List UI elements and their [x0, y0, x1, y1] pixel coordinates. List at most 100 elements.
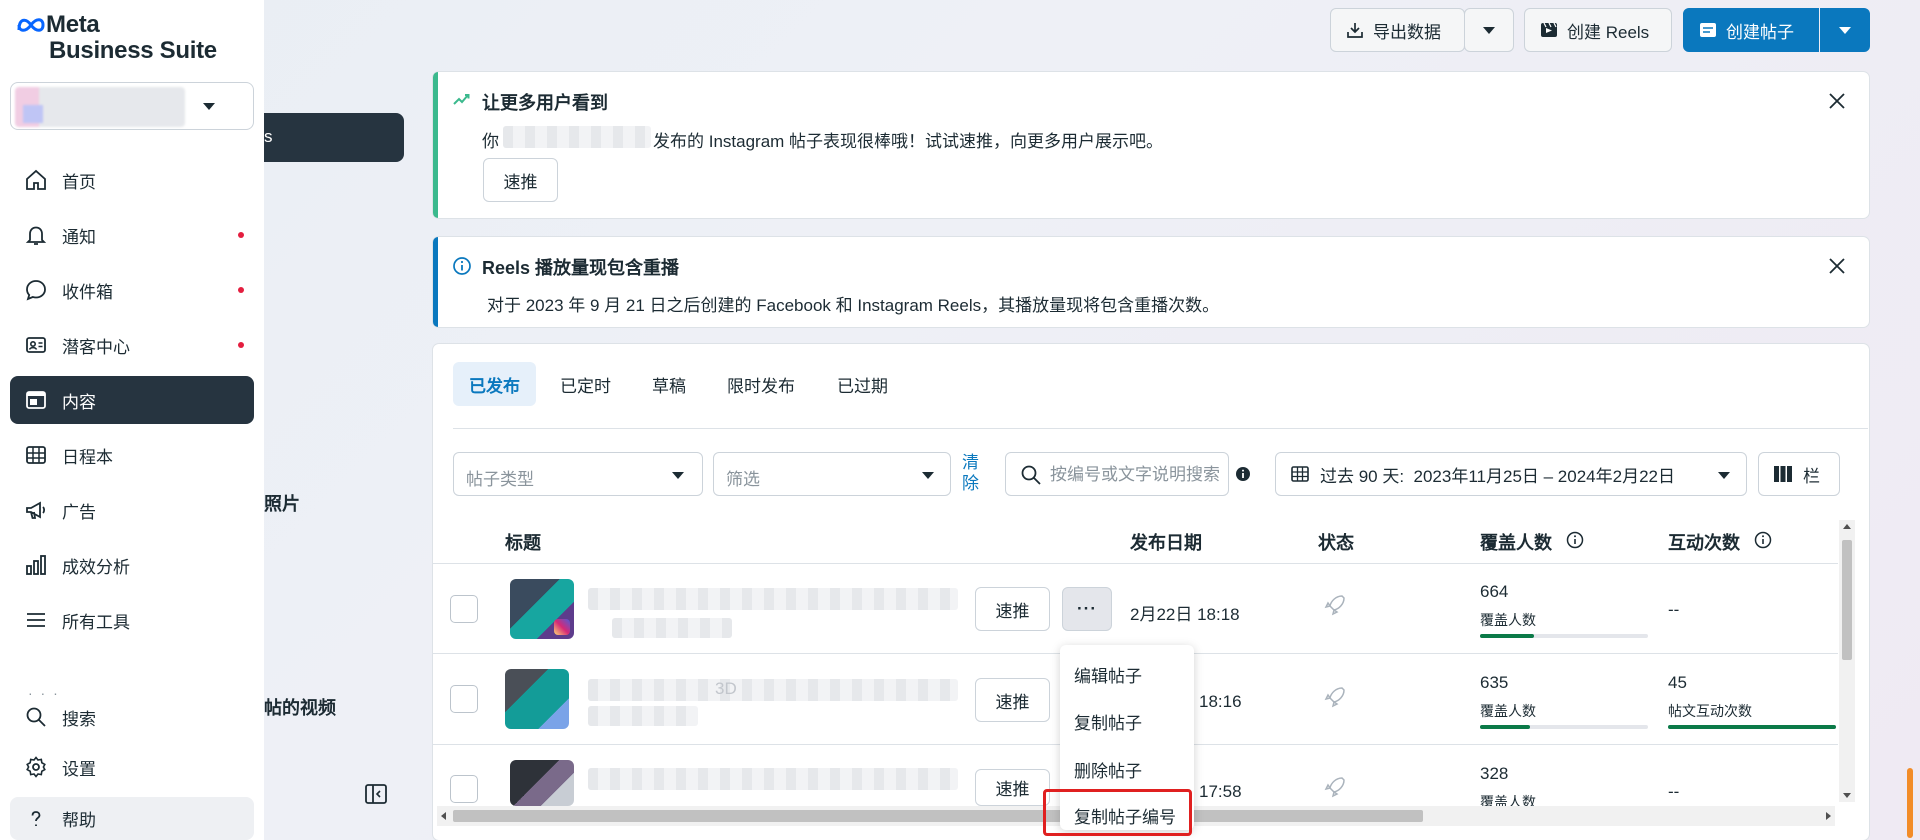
- banner-title: Reels 播放量现包含重播: [482, 258, 680, 278]
- export-data-button[interactable]: 导出数据: [1330, 8, 1465, 52]
- sidebar-item-inbox[interactable]: 收件箱: [10, 266, 254, 314]
- boost-suggestion-banner: 让更多用户看到 你 发布的 Instagram 帖子表现很棒哦！试试速推，向更多…: [433, 72, 1869, 218]
- export-dropdown-button[interactable]: [1464, 8, 1514, 52]
- reach-value: 328: [1480, 764, 1509, 783]
- collapse-panel-icon[interactable]: [364, 783, 388, 810]
- menu-item-edit-post[interactable]: 编辑帖子: [1074, 662, 1142, 687]
- export-data-label: 导出数据: [1373, 22, 1441, 42]
- secondary-nav-label: s: [264, 127, 273, 146]
- info-icon[interactable]: [1754, 531, 1772, 549]
- scroll-right-arrow-icon[interactable]: [1826, 812, 1831, 820]
- notification-dot: [238, 342, 244, 348]
- secondary-nav-item[interactable]: 帖的视频: [264, 694, 336, 720]
- scroll-left-arrow-icon[interactable]: [441, 812, 446, 820]
- boost-post-button[interactable]: 速推: [975, 678, 1050, 722]
- info-filled-icon[interactable]: [1235, 466, 1251, 482]
- sidebar-item-notifications[interactable]: 通知: [10, 211, 254, 259]
- calendar-grid-icon: [1290, 464, 1310, 484]
- sidebar-item-all-tools[interactable]: 所有工具: [10, 596, 254, 644]
- scrollbar-thumb[interactable]: [453, 810, 1423, 822]
- clear-filters-link[interactable]: 清除: [962, 452, 984, 494]
- publish-date: 2月22日 18:18: [1130, 605, 1240, 624]
- post-thumbnail[interactable]: [510, 760, 574, 806]
- sidebar-item-label: 收件箱: [62, 282, 113, 302]
- download-tray-icon: [1345, 20, 1365, 40]
- sidebar-item-search[interactable]: 搜索: [10, 693, 254, 741]
- search-input[interactable]: [1050, 463, 1226, 487]
- date-range-picker[interactable]: 过去 90 天: 2023年11月25日 – 2024年2月22日: [1275, 452, 1747, 496]
- post-type-placeholder: 帖子类型: [466, 470, 534, 489]
- post-thumbnail[interactable]: [505, 669, 569, 729]
- reach-label: 覆盖人数: [1480, 703, 1536, 719]
- row-checkbox[interactable]: [450, 775, 478, 803]
- home-icon: [22, 166, 50, 194]
- columns-button[interactable]: 栏: [1758, 452, 1840, 496]
- menu-item-duplicate-post[interactable]: 复制帖子: [1074, 709, 1142, 734]
- banner-title: 让更多用户看到: [482, 93, 608, 113]
- close-icon[interactable]: [1828, 257, 1846, 280]
- more-options-button[interactable]: ···: [1062, 587, 1112, 631]
- account-selector[interactable]: [10, 82, 254, 130]
- reach-value: 664: [1480, 582, 1509, 601]
- column-header-engagement[interactable]: 互动次数: [1668, 529, 1740, 555]
- create-post-dropdown-button[interactable]: [1820, 8, 1870, 52]
- row-checkbox[interactable]: [450, 595, 478, 623]
- boost-button[interactable]: 速推: [483, 158, 558, 202]
- sidebar-item-help[interactable]: 帮助: [10, 797, 254, 840]
- sidebar-item-label: 内容: [62, 392, 96, 412]
- secondary-nav-active-item[interactable]: s: [264, 113, 404, 162]
- secondary-nav-item[interactable]: 照片: [264, 490, 300, 516]
- column-header-date[interactable]: 发布日期: [1130, 529, 1202, 555]
- row-checkbox[interactable]: [450, 685, 478, 713]
- sidebar-item-content[interactable]: 内容: [10, 376, 254, 424]
- header-divider: [433, 563, 1838, 564]
- column-header-reach[interactable]: 覆盖人数: [1480, 529, 1552, 555]
- sidebar-item-home[interactable]: 首页: [10, 156, 254, 204]
- help-icon: [22, 805, 50, 833]
- sidebar-item-planner[interactable]: 日程本: [10, 431, 254, 479]
- search-posts-field[interactable]: [1005, 452, 1229, 496]
- tab-published[interactable]: 已发布: [453, 362, 536, 406]
- create-reels-label: 创建 Reels: [1567, 22, 1650, 42]
- create-reels-button[interactable]: 创建 Reels: [1524, 8, 1672, 52]
- annotation-highlight-box: [1043, 789, 1192, 836]
- boost-post-button[interactable]: 速推: [975, 769, 1050, 806]
- sidebar-item-ads[interactable]: 广告: [10, 486, 254, 534]
- post-icon: [1698, 20, 1718, 40]
- tab-expired[interactable]: 已过期: [821, 362, 904, 406]
- tab-limited-time[interactable]: 限时发布: [711, 362, 811, 406]
- table-vertical-scrollbar[interactable]: [1839, 520, 1855, 802]
- engagement-value: --: [1668, 782, 1680, 801]
- info-icon[interactable]: [1566, 531, 1584, 549]
- brand-line1: Meta: [46, 11, 100, 38]
- create-post-button[interactable]: 创建帖子: [1683, 8, 1819, 52]
- sidebar-item-insights[interactable]: 成效分析: [10, 541, 254, 589]
- engagement-value: --: [1668, 600, 1680, 619]
- tab-scheduled[interactable]: 已定时: [544, 362, 627, 406]
- reach-value: 635: [1480, 673, 1509, 692]
- filter-placeholder: 筛选: [726, 470, 760, 489]
- columns-label: 栏: [1803, 466, 1820, 486]
- caret-down-icon: [672, 472, 684, 479]
- filter-select[interactable]: 筛选: [713, 452, 951, 496]
- menu-item-delete-post[interactable]: 删除帖子: [1074, 757, 1142, 782]
- scroll-down-arrow-icon[interactable]: [1843, 793, 1851, 798]
- meta-business-suite-logo[interactable]: Meta Business Suite: [16, 12, 217, 64]
- column-header-status: 状态: [1318, 533, 1354, 553]
- post-thumbnail[interactable]: [510, 579, 574, 639]
- sidebar-item-settings[interactable]: 设置: [10, 743, 254, 791]
- scroll-up-arrow-icon[interactable]: [1843, 524, 1851, 529]
- search-icon: [1020, 464, 1042, 486]
- reels-info-banner: Reels 播放量现包含重播 对于 2023 年 9 月 21 日之后创建的 F…: [433, 237, 1869, 327]
- sidebar-item-leads-center[interactable]: 潜客中心: [10, 321, 254, 369]
- columns-icon: [1773, 465, 1793, 483]
- boost-post-button[interactable]: 速推: [975, 587, 1050, 631]
- content-icon: [22, 386, 50, 414]
- close-icon[interactable]: [1828, 92, 1846, 115]
- tab-drafts[interactable]: 草稿: [636, 362, 702, 406]
- post-type-select[interactable]: 帖子类型: [453, 452, 703, 496]
- page-scrollbar-thumb[interactable]: [1907, 768, 1913, 838]
- sidebar-item-label: 潜客中心: [62, 337, 130, 357]
- account-avatar-blurred: [15, 87, 185, 127]
- scrollbar-thumb[interactable]: [1842, 540, 1852, 660]
